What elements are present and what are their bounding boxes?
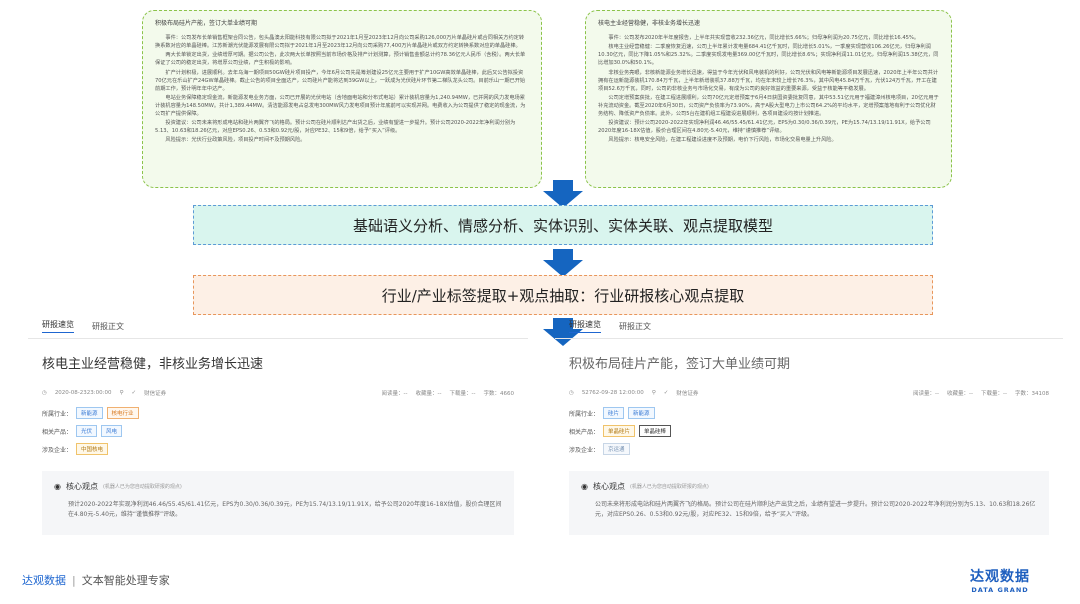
robot-icon: ◉ (581, 482, 588, 491)
source-paragraph: 核电主业经营稳健：二季度恢复迅速，公司上半年累计发电量684.41亿千瓦时，同比… (598, 44, 939, 67)
source-paragraph: 投资建议：公司未来将形成电站和硅片两翼齐飞的格局。预计公司在硅片顺利达产出货之后… (155, 119, 516, 134)
process-step-label: 基础语义分析、情感分析、实体识别、实体关联、观点提取模型 (352, 216, 773, 235)
product-tag[interactable]: 风电 (101, 425, 123, 437)
product-label: 相关产品： (42, 428, 73, 436)
core-viewpoint-panel: ◉ 核心观点 (机器人已为您自动提取研报的观点) 公司未来将形成电站和硅片两翼齐… (569, 471, 1049, 535)
logo-text-en: DATA GRAND (971, 586, 1029, 594)
core-viewpoint-title: 核心观点 (65, 482, 98, 491)
stat-reads: 阅读量：-- (913, 391, 940, 397)
result-card-right: 研报速览 研报正文 积极布局硅片产能，签订大单业绩可期 ◷ 52762-09-2… (555, 318, 1063, 561)
process-step-label: 行业/产业标签提取+观点抽取：行业研报核心观点提取 (381, 286, 745, 305)
brand-name: 达观数据 (22, 574, 66, 587)
source-paragraph: 电站业务保障稳定现金流，新能源发电业务方面，公司已开展的光伏电站（含地面电站和分… (155, 94, 526, 117)
brand-logo: 达观数据 DATA GRAND (960, 566, 1040, 594)
process-step-extraction: 行业/产业标签提取+观点抽取：行业研报核心观点提取 (193, 275, 933, 315)
report-source: 财信证券 (676, 391, 699, 397)
clock-icon: ◷ (569, 390, 574, 396)
company-label: 涉及企业： (569, 446, 600, 454)
product-tag[interactable]: 单晶硅棒 (639, 425, 672, 437)
source-paragraph: 事件：公司发布长单销售框架合同公告，包头晶澳太阳能科技有限公司拟于2021年1月… (155, 35, 525, 50)
industry-label: 所属行业： (569, 410, 600, 418)
stat-reads: 阅读量：-- (381, 391, 408, 397)
report-date: 52762-09-28 12:00:00 (581, 390, 644, 396)
stat-favorites: 收藏量：-- (415, 391, 442, 397)
tab-overview[interactable]: 研报速览 (569, 319, 601, 333)
industry-label: 所属行业： (42, 410, 73, 418)
core-viewpoint-title: 核心观点 (592, 482, 625, 491)
source-paragraph: 事件：公司发布2020年半年度报告，上半年共实现营收232.36亿元，同比增长5… (608, 35, 920, 42)
source-report-left: 积极布局硅片产能，签订大单业绩可期 事件：公司发布长单销售框架合同公告，包头晶澳… (142, 10, 542, 188)
source-paragraph: 投资建议：预计公司2020-2022年实现净利润46.46/55.45/61.4… (598, 119, 931, 134)
person-icon: ⚲ (119, 390, 124, 396)
company-row: 涉及企业： 京运通 (569, 443, 1063, 455)
flow-arrow-down-icon (543, 249, 583, 277)
source-paragraph: 两大长单锁定出货，业绩增厚可期。据公司公告，此次两大长单按照当前市场价格及排产计… (155, 52, 526, 67)
source-report-right: 核电主业经营稳健，非核业务增长迅速 事件：公司发布2020年半年度报告，上半年共… (585, 10, 952, 188)
tab-fulltext[interactable]: 研报正文 (92, 321, 124, 332)
card-tabs: 研报速览 研报正文 (555, 318, 1063, 334)
source-paragraph: 风险提示：光伏行业政策风险，项目投产时间不及预期风险。 (165, 137, 306, 144)
company-tag[interactable]: 中国核电 (76, 443, 109, 455)
stat-downloads: 下载量：-- (981, 391, 1007, 397)
stat-wordcount: 字数：34108 (1015, 391, 1049, 397)
source-report-title: 积极布局硅片产能，签订大单业绩可期 (155, 20, 258, 27)
report-meta: ◷ 52762-09-28 12:00:00 ⚲ ✓ 财信证券 阅读量：-- 收… (569, 389, 1049, 397)
stat-favorites: 收藏量：-- (947, 391, 974, 397)
source-paragraph: 公司定增预案获批，在建工程进展顺利，公司70亿元定增预案于6月4日获国资委批复同… (598, 94, 939, 117)
core-viewpoint-text: 预计2020-2022年实现净利润46.46/55.45/61.41亿元，EPS… (68, 501, 502, 518)
company-tag[interactable]: 京运通 (603, 443, 630, 455)
company-label: 涉及企业： (42, 446, 73, 454)
core-viewpoint-panel: ◉ 核心观点 (机器人已为您自动提取研报的观点) 预计2020-2022年实现净… (42, 471, 514, 535)
report-source: 财信证券 (144, 391, 167, 397)
brand-separator: | (72, 573, 76, 587)
report-meta: ◷ 2020-08-2323:00:00 ⚲ ✓ 财信证券 阅读量：-- 收藏量… (42, 389, 514, 397)
core-viewpoint-note: (机器人已为您自动提取研报的观点) (629, 484, 709, 490)
core-viewpoint-text: 公司未来将形成电站和硅片两翼齐飞的格局。预计公司在硅片顺利达产出货之后，业绩有望… (595, 501, 1036, 518)
source-paragraph: 扩产计划积极，进展顺利。去年乌海一期项目50GW硅片项目投产，今年6月公司先是筹… (155, 69, 526, 92)
robot-icon: ◉ (54, 482, 61, 491)
industry-row: 所属行业： 新能源 核电行业 (42, 407, 528, 419)
source-paragraph: 风险提示：核电安全风险，在建工程建设进度不及预期，电价下行风险，市场化交易电量上… (608, 137, 837, 144)
stat-downloads: 下载量：-- (449, 391, 476, 397)
footer-brand: 达观数据 | 文本智能处理专家 (22, 572, 170, 588)
tab-fulltext[interactable]: 研报正文 (619, 321, 651, 332)
process-step-nlp-models: 基础语义分析、情感分析、实体识别、实体关联、观点提取模型 (193, 205, 933, 245)
logo-text-cn: 达观数据 (970, 569, 1030, 585)
product-tag[interactable]: 单晶硅片 (603, 425, 636, 437)
industry-tag[interactable]: 硅片 (603, 407, 625, 419)
person-icon: ⚲ (651, 390, 656, 396)
report-title: 积极布局硅片产能，签订大单业绩可期 (569, 357, 791, 372)
check-icon: ✓ (131, 390, 137, 396)
industry-tag[interactable]: 新能源 (628, 407, 655, 419)
industry-tag[interactable]: 核电行业 (106, 407, 139, 419)
card-tabs: 研报速览 研报正文 (28, 318, 528, 334)
check-icon: ✓ (663, 390, 669, 396)
company-row: 涉及企业： 中国核电 (42, 443, 528, 455)
tab-overview[interactable]: 研报速览 (42, 319, 74, 333)
product-tag[interactable]: 光伏 (76, 425, 98, 437)
product-row: 相关产品： 单晶硅片 单晶硅棒 (569, 425, 1063, 437)
product-row: 相关产品： 光伏 风电 (42, 425, 528, 437)
report-title: 核电主业经营稳健，非核业务增长迅速 (42, 357, 264, 372)
industry-row: 所属行业： 硅片 新能源 (569, 407, 1063, 419)
stat-wordcount: 字数：4660 (483, 391, 515, 397)
flow-arrow-down-icon (543, 180, 583, 208)
brand-tagline: 文本智能处理专家 (81, 574, 170, 587)
clock-icon: ◷ (42, 390, 47, 396)
source-report-title: 核电主业经营稳健，非核业务增长迅速 (598, 20, 701, 27)
product-label: 相关产品： (569, 428, 600, 436)
industry-tag[interactable]: 新能源 (76, 407, 103, 419)
core-viewpoint-note: (机器人已为您自动提取研报的观点) (102, 484, 182, 490)
report-date: 2020-08-2323:00:00 (54, 390, 112, 396)
source-paragraph: 非核业务亮眼，非核新能源业务增长迅速，得益于今年光伏和风电装机的利好，公司光伏和… (598, 69, 939, 92)
result-card-left: 研报速览 研报正文 核电主业经营稳健，非核业务增长迅速 ◷ 2020-08-23… (28, 318, 528, 561)
